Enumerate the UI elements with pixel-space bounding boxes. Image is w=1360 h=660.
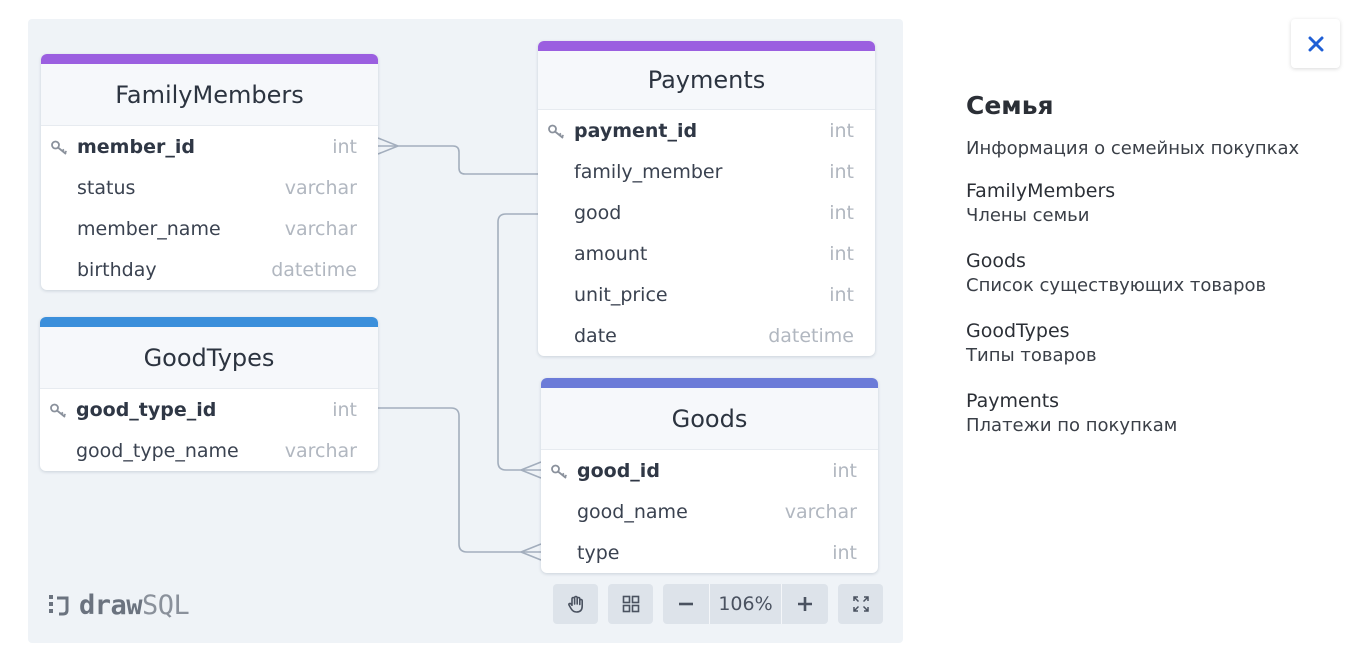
- drawsql-logo: draw SQL: [47, 588, 190, 622]
- field-row[interactable]: good_type_id int: [40, 389, 378, 430]
- zoom-in-button[interactable]: [782, 584, 828, 624]
- plus-icon: [798, 597, 812, 611]
- table-title: Payments: [538, 51, 875, 110]
- field-row[interactable]: date datetime: [538, 315, 875, 356]
- table-accent-bar: [41, 54, 378, 64]
- field-type: varchar: [284, 439, 357, 462]
- diagram-canvas[interactable]: FamilyMembers member_id int status varch…: [28, 19, 903, 643]
- field-type: int: [829, 242, 854, 265]
- zoom-controls: 106%: [663, 584, 828, 624]
- drawsql-logo-icon: [49, 595, 69, 616]
- entity-name: Goods: [966, 250, 1026, 272]
- field-type: int: [829, 283, 854, 306]
- field-row[interactable]: amount int: [538, 233, 875, 274]
- hand-icon: [567, 595, 583, 613]
- field-type: int: [829, 201, 854, 224]
- table-title: GoodTypes: [40, 327, 378, 389]
- relation-familymember-line: [378, 145, 538, 175]
- field-name: good_id: [577, 459, 660, 482]
- pan-mode-button[interactable]: [553, 584, 598, 624]
- key-icon: [547, 110, 569, 151]
- entity-name: Payments: [966, 390, 1060, 412]
- field-row[interactable]: member_name varchar: [41, 208, 378, 249]
- field-name: payment_id: [574, 119, 698, 142]
- grid-layout-button[interactable]: [608, 584, 653, 624]
- field-type: datetime: [271, 258, 357, 281]
- field-name: unit_price: [574, 283, 668, 306]
- table-accent-bar: [538, 41, 875, 51]
- field-type: int: [832, 541, 857, 564]
- entity-name: FamilyMembers: [966, 180, 1116, 202]
- relation-good-line: [497, 213, 541, 471]
- field-type: datetime: [768, 324, 854, 347]
- logo-text-light: SQL: [142, 589, 190, 621]
- table-accent-bar: [541, 378, 878, 388]
- entity-description: Члены семьи: [966, 205, 1090, 226]
- field-name: amount: [574, 242, 648, 265]
- entity-name: GoodTypes: [966, 320, 1070, 342]
- schema-info-panel: Семья Информация о семейных покупках Fam…: [966, 88, 1346, 458]
- field-name: type: [577, 541, 620, 564]
- field-name: member_name: [77, 217, 221, 240]
- field-type: varchar: [284, 217, 357, 240]
- zoom-level: 106%: [709, 584, 782, 624]
- fullscreen-button[interactable]: [838, 584, 883, 624]
- field-row[interactable]: type int: [541, 532, 878, 573]
- field-type: int: [829, 160, 854, 183]
- key-icon: [49, 389, 71, 430]
- field-type: int: [332, 135, 357, 158]
- entity-item: FamilyMembers Члены семьи: [966, 178, 1346, 228]
- field-type: varchar: [784, 500, 857, 523]
- field-row[interactable]: good_id int: [541, 450, 878, 491]
- field-name: good_type_id: [76, 398, 217, 421]
- field-name: family_member: [574, 160, 723, 183]
- table-payments[interactable]: Payments payment_id int family_member in…: [538, 41, 875, 356]
- schema-description: Информация о семейных покупках: [966, 138, 1300, 159]
- field-name: member_id: [77, 135, 195, 158]
- field-row[interactable]: family_member int: [538, 151, 875, 192]
- field-name: date: [574, 324, 617, 347]
- entity-description: Список существующих товаров: [966, 275, 1267, 296]
- close-icon: [1308, 36, 1323, 51]
- table-goods[interactable]: Goods good_id int good_name varchar type…: [541, 378, 878, 573]
- table-accent-bar: [40, 317, 378, 327]
- zoom-out-button[interactable]: [663, 584, 709, 624]
- entity-description: Платежи по покупкам: [966, 415, 1178, 436]
- grid-icon: [622, 595, 639, 613]
- field-name: birthday: [77, 258, 157, 281]
- entity-item: Payments Платежи по покупкам: [966, 388, 1346, 438]
- field-type: int: [829, 119, 854, 142]
- field-name: good: [574, 201, 622, 224]
- minus-icon: [679, 602, 693, 606]
- field-type: int: [832, 459, 857, 482]
- field-name: status: [77, 176, 136, 199]
- field-row[interactable]: payment_id int: [538, 110, 875, 151]
- field-name: good_name: [577, 500, 688, 523]
- field-row[interactable]: good_name varchar: [541, 491, 878, 532]
- field-row[interactable]: birthday datetime: [41, 249, 378, 290]
- field-row[interactable]: good int: [538, 192, 875, 233]
- field-type: varchar: [284, 176, 357, 199]
- table-familymembers[interactable]: FamilyMembers member_id int status varch…: [41, 54, 378, 290]
- field-row[interactable]: good_type_name varchar: [40, 430, 378, 471]
- field-type: int: [332, 398, 357, 421]
- entity-item: Goods Список существующих товаров: [966, 248, 1346, 298]
- entity-item: GoodTypes Типы товаров: [966, 318, 1346, 368]
- table-title: Goods: [541, 388, 878, 450]
- table-title: FamilyMembers: [41, 64, 378, 126]
- field-row[interactable]: member_id int: [41, 126, 378, 167]
- schema-title: Семья: [966, 91, 1054, 120]
- expand-icon: [852, 596, 869, 612]
- key-icon: [50, 126, 72, 167]
- relation-goodtype-line: [378, 407, 541, 553]
- key-icon: [550, 450, 572, 491]
- entity-description: Типы товаров: [966, 345, 1097, 366]
- field-name: good_type_name: [76, 439, 239, 462]
- logo-text-bold: draw: [79, 589, 143, 621]
- table-goodtypes[interactable]: GoodTypes good_type_id int good_type_nam…: [40, 317, 378, 471]
- field-row[interactable]: unit_price int: [538, 274, 875, 315]
- field-row[interactable]: status varchar: [41, 167, 378, 208]
- close-button[interactable]: [1291, 19, 1340, 68]
